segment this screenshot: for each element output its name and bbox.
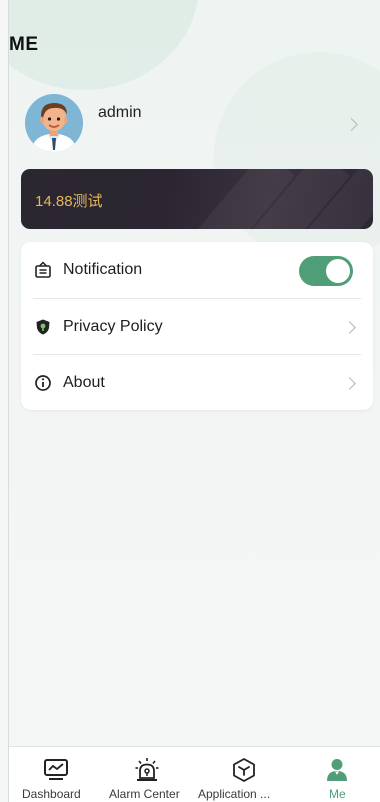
user-avatar-illustration <box>25 94 83 152</box>
bottom-tab-bar: Dashboard Alarm Center Application ... M… <box>9 746 380 802</box>
person-icon <box>327 759 347 781</box>
cube-icon <box>233 758 255 782</box>
tab-alarm-center[interactable]: Alarm Center <box>99 747 195 802</box>
page-title: ME <box>9 34 39 55</box>
banner-text: 14.88测试 <box>35 193 103 210</box>
tab-dashboard[interactable]: Dashboard <box>9 747 99 802</box>
monitor-chart-icon <box>44 759 68 780</box>
notification-board-icon <box>35 261 51 278</box>
alarm-siren-icon <box>135 758 159 781</box>
promo-banner[interactable]: 14.88测试 <box>21 169 373 229</box>
tab-label: Dashboard <box>22 787 81 801</box>
info-icon <box>35 375 51 391</box>
tab-label: Application ... <box>198 787 271 801</box>
notification-toggle[interactable] <box>299 256 353 286</box>
settings-item-privacy-policy[interactable]: Privacy Policy <box>21 299 373 355</box>
tab-label: Alarm Center <box>109 787 180 801</box>
chevron-right-icon <box>343 377 356 390</box>
settings-item-label: Privacy Policy <box>63 318 163 335</box>
shield-icon <box>36 319 50 335</box>
app-screen: ME admin 14.88测试 Notification Privacy Po… <box>8 0 380 802</box>
settings-item-label: Notification <box>63 261 143 278</box>
tab-me[interactable]: Me <box>295 747 380 802</box>
profile-row[interactable]: admin <box>25 92 369 152</box>
chevron-right-icon <box>345 118 358 131</box>
chevron-right-icon <box>343 321 356 334</box>
toggle-knob <box>326 259 350 283</box>
tab-label: Me <box>329 787 346 801</box>
tab-application[interactable]: Application ... <box>195 747 295 802</box>
username: admin <box>98 104 142 121</box>
avatar[interactable] <box>25 94 83 152</box>
background-decoration <box>214 52 380 262</box>
settings-card: Notification Privacy Policy About <box>21 242 373 410</box>
settings-item-notification[interactable]: Notification <box>21 242 373 298</box>
settings-item-label: About <box>63 374 105 391</box>
settings-item-about[interactable]: About <box>21 355 373 411</box>
